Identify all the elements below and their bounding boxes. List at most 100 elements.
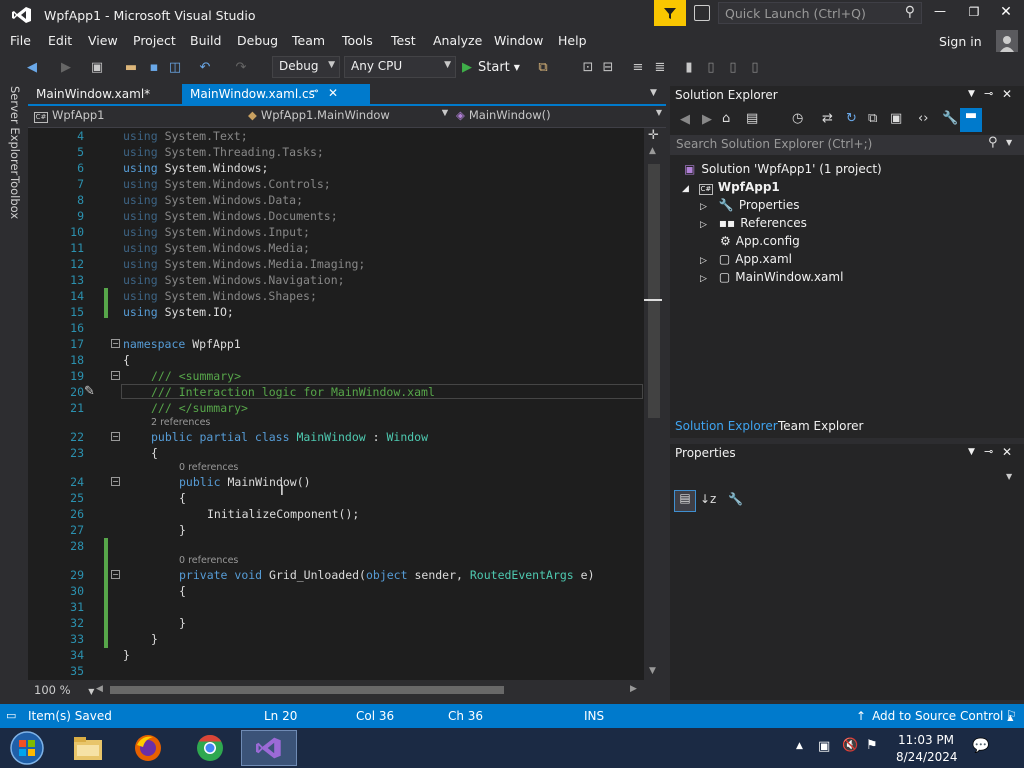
collapse-method-icon[interactable]: − <box>111 570 120 579</box>
notifications-icon[interactable]: ⚐ <box>1006 708 1017 722</box>
toolbox-tab[interactable]: Toolbox <box>8 176 22 219</box>
pin-icon[interactable]: ⊸ <box>984 87 993 100</box>
menu-tools[interactable]: Tools <box>342 33 373 48</box>
quick-launch-input[interactable]: Quick Launch (Ctrl+Q) ⚲ <box>718 2 922 24</box>
toggle-designer-icon[interactable]: ⊡ <box>580 57 596 77</box>
view-code-icon[interactable]: ‹› <box>918 111 928 126</box>
menu-analyze[interactable]: Analyze <box>433 33 482 48</box>
collapse-all-icon[interactable]: ⧉ <box>868 111 877 126</box>
quick-actions-brush-icon[interactable]: ✎ <box>84 384 95 399</box>
panel-menu-icon[interactable]: ▼ <box>968 89 975 99</box>
solution-platform-dropdown[interactable]: Any CPU ▼ <box>344 56 456 78</box>
horizontal-scroll-thumb[interactable] <box>110 686 504 694</box>
undo-icon[interactable]: ↶ <box>196 57 214 77</box>
scroll-thumb[interactable] <box>648 164 660 418</box>
switch-views-icon[interactable]: ▤ <box>746 111 758 126</box>
pin-icon[interactable]: ⊸ <box>310 86 318 97</box>
codelens-references[interactable]: 0 references <box>179 555 238 566</box>
tab-team-explorer[interactable]: Team Explorer <box>778 419 864 433</box>
search-solution-explorer-input[interactable]: Search Solution Explorer (Ctrl+;) ⚲ ▼ <box>670 135 1024 155</box>
feedback-filter-icon[interactable] <box>654 0 686 26</box>
zoom-dropdown[interactable]: 100 % ▼ <box>34 683 94 697</box>
collapse-ctor-icon[interactable]: − <box>111 477 120 486</box>
server-explorer-tab[interactable]: Server Explorer <box>8 86 22 175</box>
navigate-forward-icon[interactable]: ▶ <box>58 57 74 77</box>
chrome-icon[interactable] <box>182 730 238 766</box>
tree-item-app-xaml[interactable]: ▷ ▢ App.xaml <box>700 252 792 266</box>
tree-item-app-config[interactable]: ⚙ App.config <box>720 234 800 248</box>
categorized-icon[interactable]: ▤ <box>674 490 696 512</box>
start-button[interactable] <box>0 730 54 766</box>
redo-icon[interactable]: ↷ <box>232 57 250 77</box>
uncomment-icon[interactable]: ≣ <box>652 57 668 77</box>
menu-team[interactable]: Team <box>292 33 325 48</box>
tree-item-references[interactable]: ▷ ▪▪ References <box>700 216 807 230</box>
maximize-button[interactable]: ❐ <box>964 5 984 25</box>
class-dropdown[interactable]: ◆ WpfApp1.MainWindow ▼ <box>248 108 448 126</box>
pending-changes-icon[interactable]: ◷ <box>792 111 803 126</box>
tab-overflow-icon[interactable]: ▼ <box>650 88 657 98</box>
solution-configuration-dropdown[interactable]: Debug ▼ <box>272 56 340 78</box>
menu-test[interactable]: Test <box>391 33 416 48</box>
comment-out-icon[interactable]: ≡ <box>630 57 646 77</box>
object-selector[interactable]: ▼ <box>670 466 1024 488</box>
split-icon[interactable]: ✛ <box>648 128 659 143</box>
menu-debug[interactable]: Debug <box>237 33 278 48</box>
next-bookmark-icon[interactable]: ▯ <box>726 57 740 77</box>
add-to-source-control-button[interactable]: ↑ Add to Source Control ▲ <box>856 709 1013 723</box>
sync-icon[interactable]: ⇄ <box>822 111 833 126</box>
vertical-scrollbar[interactable]: ✛ ▲ ▼ <box>644 128 666 680</box>
home-icon[interactable]: ⌂ <box>722 111 730 126</box>
sign-in-link[interactable]: Sign in <box>939 34 982 49</box>
menu-file[interactable]: File <box>10 33 31 48</box>
collapse-namespace-icon[interactable]: − <box>111 339 120 348</box>
menu-edit[interactable]: Edit <box>48 33 72 48</box>
menu-view[interactable]: View <box>88 33 118 48</box>
clock-date[interactable]: 8/24/2024 <box>896 750 958 764</box>
back-icon[interactable]: ◀ <box>680 112 690 127</box>
codelens-references[interactable]: 2 references <box>151 417 210 428</box>
browser-link-icon[interactable]: ⧉ <box>534 57 552 77</box>
save-icon[interactable]: ▪ <box>146 57 162 77</box>
member-dropdown[interactable]: ◈ MainWindow() ▼ <box>456 108 666 126</box>
collapse-summary-icon[interactable]: − <box>111 371 120 380</box>
action-center-flag-icon[interactable]: ⚑ <box>866 738 878 753</box>
clear-bookmarks-icon[interactable]: ▯ <box>748 57 762 77</box>
scroll-right-icon[interactable]: ▶ <box>630 684 637 694</box>
close-panel-icon[interactable]: ✕ <box>1002 445 1012 459</box>
step-icon[interactable]: ⊟ <box>600 57 616 77</box>
clock-time[interactable]: 11:03 PM <box>898 733 954 747</box>
network-icon[interactable]: ▣ <box>818 739 830 754</box>
pin-icon[interactable]: ⊸ <box>984 445 993 458</box>
panel-menu-icon[interactable]: ▼ <box>968 447 975 457</box>
start-debugging-button[interactable]: ▶ Start ▼ <box>462 57 524 77</box>
save-all-icon[interactable]: ◫ <box>166 57 184 77</box>
scroll-up-icon[interactable]: ▲ <box>649 146 656 156</box>
code-editor[interactable]: 4 5 6 7 8 9 10 11 12 13 14 15 16 17 18 1… <box>28 128 644 680</box>
menu-window[interactable]: Window <box>494 33 543 48</box>
tab-mainwindow-xaml[interactable]: MainWindow.xaml* <box>28 84 180 106</box>
forward-icon[interactable]: ▶ <box>702 112 712 127</box>
visual-studio-taskbar-icon[interactable] <box>241 730 297 766</box>
minimize-button[interactable]: — <box>930 4 950 24</box>
menu-help[interactable]: Help <box>558 33 587 48</box>
bookmark-icon[interactable]: ▮ <box>682 57 696 77</box>
menu-build[interactable]: Build <box>190 33 221 48</box>
tab-solution-explorer[interactable]: Solution Explorer <box>675 419 778 433</box>
scroll-down-icon[interactable]: ▼ <box>649 666 656 676</box>
refresh-icon[interactable]: ↻ <box>846 111 857 126</box>
show-all-files-icon[interactable]: ▣ <box>890 111 902 126</box>
open-file-icon[interactable]: ▬ <box>122 57 140 77</box>
preview-selected-icon[interactable]: ▬ <box>960 108 982 132</box>
account-avatar-icon[interactable] <box>996 30 1018 52</box>
navigate-back-icon[interactable]: ◀ <box>24 57 40 77</box>
codelens-references[interactable]: 0 references <box>179 462 238 473</box>
close-tab-icon[interactable]: ✕ <box>328 86 338 100</box>
scroll-left-icon[interactable]: ◀ <box>96 684 103 694</box>
prev-bookmark-icon[interactable]: ▯ <box>704 57 718 77</box>
properties-wrench-icon[interactable]: 🔧 <box>942 111 958 126</box>
collapse-class-icon[interactable]: − <box>111 432 120 441</box>
notification-badge-icon[interactable]: 💬 <box>972 738 989 754</box>
firefox-icon[interactable] <box>120 730 176 766</box>
file-explorer-icon[interactable] <box>60 730 116 766</box>
